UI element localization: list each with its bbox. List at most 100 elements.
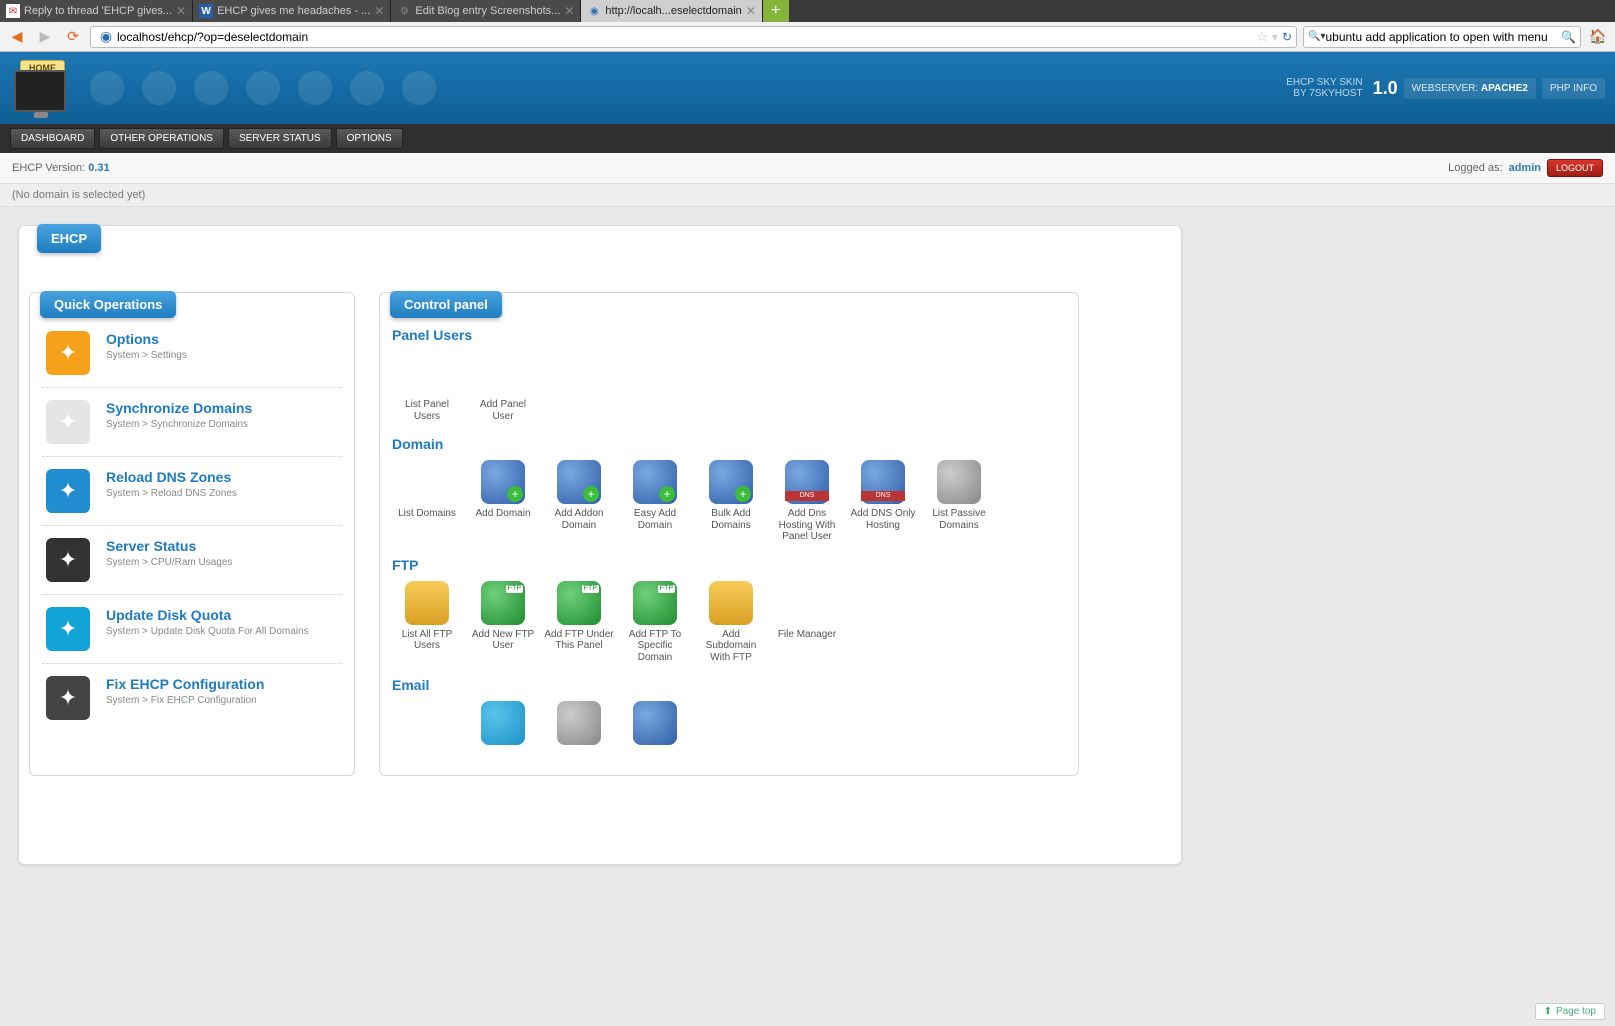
quick-item-title: Server Status bbox=[106, 538, 232, 554]
quick-item-icon: ✦ bbox=[46, 676, 90, 720]
webserver-chip[interactable]: WEBSERVER: APACHE2 bbox=[1404, 78, 1536, 99]
control-panel: Control panel Panel Users List Panel Use… bbox=[379, 292, 1079, 776]
quick-item[interactable]: ✦ Reload DNS Zones System > Reload DNS Z… bbox=[42, 457, 342, 526]
control-item[interactable]: List Domains bbox=[392, 460, 462, 543]
bookmark-icon[interactable]: ☆ bbox=[1256, 29, 1268, 45]
forward-button[interactable]: ▶ bbox=[34, 26, 56, 48]
quick-item-sub: System > Settings bbox=[106, 350, 187, 361]
browser-tab[interactable]: ⚙ Edit Blog entry Screenshots... ✕ bbox=[391, 0, 581, 22]
control-item[interactable]: Easy Add Domain bbox=[620, 460, 690, 543]
control-item[interactable] bbox=[620, 701, 690, 749]
nav-other-operations[interactable]: OTHER OPERATIONS bbox=[99, 128, 224, 149]
control-item[interactable]: Add Subdomain With FTP bbox=[696, 581, 766, 664]
quick-item[interactable]: ✦ Fix EHCP Configuration System > Fix EH… bbox=[42, 664, 342, 732]
app-header: HOME EHCP SKY SKIN BY 7SKYHOST 1.0 WEBSE… bbox=[0, 52, 1615, 124]
quick-item-icon: ✦ bbox=[46, 331, 90, 375]
close-icon[interactable]: ✕ bbox=[176, 4, 186, 18]
browser-tab-active[interactable]: ◉ http://localh...eselectdomain ✕ bbox=[581, 0, 762, 22]
search-icon[interactable]: 🔍 bbox=[1561, 30, 1576, 44]
quick-item[interactable]: ✦ Options System > Settings bbox=[42, 319, 342, 388]
quick-item[interactable]: ✦ Synchronize Domains System > Synchroni… bbox=[42, 388, 342, 457]
close-icon[interactable]: ✕ bbox=[374, 4, 384, 18]
control-item-label: Add FTP Under This Panel bbox=[544, 629, 614, 652]
nav-dashboard[interactable]: DASHBOARD bbox=[10, 128, 95, 149]
shortcut-icon[interactable] bbox=[194, 71, 228, 105]
search-bar[interactable]: 🔍▾ 🔍 bbox=[1303, 26, 1581, 48]
go-button[interactable]: ↻ bbox=[1282, 30, 1292, 44]
control-item[interactable]: List All FTP Users bbox=[392, 581, 462, 664]
green-icon bbox=[633, 581, 677, 625]
control-item-label: Add New FTP User bbox=[468, 629, 538, 652]
control-item[interactable]: Add DNS Only Hosting bbox=[848, 460, 918, 543]
tab-label: Edit Blog entry Screenshots... bbox=[415, 5, 560, 17]
control-item[interactable]: Add New FTP User bbox=[468, 581, 538, 664]
control-item-label: List Panel Users bbox=[392, 399, 462, 422]
shortcut-icon[interactable] bbox=[246, 71, 280, 105]
close-icon[interactable]: ✕ bbox=[564, 4, 574, 18]
green-icon bbox=[481, 581, 525, 625]
dns-icon bbox=[785, 460, 829, 504]
shortcut-icon[interactable] bbox=[402, 71, 436, 105]
quick-item-title: Update Disk Quota bbox=[106, 607, 309, 623]
logged-label: Logged as: bbox=[1448, 162, 1502, 174]
logged-user: admin bbox=[1509, 162, 1541, 174]
control-item[interactable]: Bulk Add Domains bbox=[696, 460, 766, 543]
shortcut-icon[interactable] bbox=[90, 71, 124, 105]
browser-tab[interactable]: ✉ Reply to thread 'EHCP gives... ✕ bbox=[0, 0, 193, 22]
back-button[interactable]: ◀ bbox=[6, 26, 28, 48]
skin-author: BY 7SKYHOST bbox=[1286, 88, 1362, 99]
control-item[interactable]: Add Domain bbox=[468, 460, 538, 543]
shortcut-icon[interactable] bbox=[298, 71, 332, 105]
version-label: EHCP Version: bbox=[12, 162, 85, 174]
search-input[interactable] bbox=[1325, 30, 1561, 44]
control-item[interactable] bbox=[544, 701, 614, 749]
google-icon: 🔍▾ bbox=[1308, 31, 1325, 42]
close-icon[interactable]: ✕ bbox=[746, 4, 756, 18]
shortcut-icon[interactable] bbox=[142, 71, 176, 105]
epiphany-icon: ◉ bbox=[95, 26, 117, 48]
nav-server-status[interactable]: SERVER STATUS bbox=[228, 128, 332, 149]
monitor-icon bbox=[14, 70, 66, 112]
page-top-button[interactable]: ⬆ Page top bbox=[1535, 1003, 1605, 1020]
url-input[interactable] bbox=[117, 30, 1256, 44]
reload-button[interactable]: ⟳ bbox=[62, 26, 84, 48]
quick-item-icon: ✦ bbox=[46, 607, 90, 651]
green-icon bbox=[557, 581, 601, 625]
control-item-label: List Passive Domains bbox=[924, 508, 994, 531]
nav-options[interactable]: OPTIONS bbox=[336, 128, 403, 149]
quick-item-sub: System > Fix EHCP Configuration bbox=[106, 695, 257, 706]
control-item[interactable]: List Passive Domains bbox=[924, 460, 994, 543]
shortcut-icon[interactable] bbox=[350, 71, 384, 105]
quick-item[interactable]: ✦ Server Status System > CPU/Ram Usages bbox=[42, 526, 342, 595]
control-item[interactable] bbox=[392, 701, 462, 749]
logout-button[interactable]: LOGOUT bbox=[1547, 159, 1603, 177]
panel-title: Control panel bbox=[390, 291, 502, 318]
globe-icon bbox=[633, 701, 677, 745]
version-value: 0.31 bbox=[88, 162, 109, 174]
grey-icon bbox=[937, 460, 981, 504]
chart-icon bbox=[405, 460, 449, 504]
control-item[interactable]: Add FTP Under This Panel bbox=[544, 581, 614, 664]
control-item-label: List Domains bbox=[392, 508, 462, 520]
control-item-label: Add Subdomain With FTP bbox=[696, 629, 766, 664]
control-item-label: Add DNS Only Hosting bbox=[848, 508, 918, 531]
skin-name: EHCP SKY SKIN bbox=[1286, 77, 1362, 88]
control-item-label: Add FTP To Specific Domain bbox=[620, 629, 690, 664]
control-item[interactable]: Add Addon Domain bbox=[544, 460, 614, 543]
address-bar[interactable]: ◉ ☆ ▾ ↻ bbox=[90, 26, 1297, 48]
quick-item[interactable]: ✦ Update Disk Quota System > Update Disk… bbox=[42, 595, 342, 664]
browser-tab[interactable]: W EHCP gives me headaches - ... ✕ bbox=[193, 0, 391, 22]
control-item[interactable]: Add FTP To Specific Domain bbox=[620, 581, 690, 664]
new-tab-button[interactable]: + bbox=[763, 0, 789, 22]
control-item[interactable]: File Manager bbox=[772, 581, 842, 664]
control-item[interactable]: List Panel Users bbox=[392, 351, 462, 422]
section-heading: Email bbox=[392, 677, 1066, 693]
control-item[interactable] bbox=[468, 701, 538, 749]
quick-operations-panel: Quick Operations ✦ Options System > Sett… bbox=[29, 292, 355, 776]
control-item[interactable]: Add Panel User bbox=[468, 351, 538, 422]
home-button[interactable]: 🏠 bbox=[1587, 26, 1609, 48]
dns-icon bbox=[861, 460, 905, 504]
control-item[interactable]: Add Dns Hosting With Panel User bbox=[772, 460, 842, 543]
phpinfo-chip[interactable]: PHP INFO bbox=[1542, 78, 1605, 99]
quick-item-sub: System > Synchronize Domains bbox=[106, 419, 248, 430]
